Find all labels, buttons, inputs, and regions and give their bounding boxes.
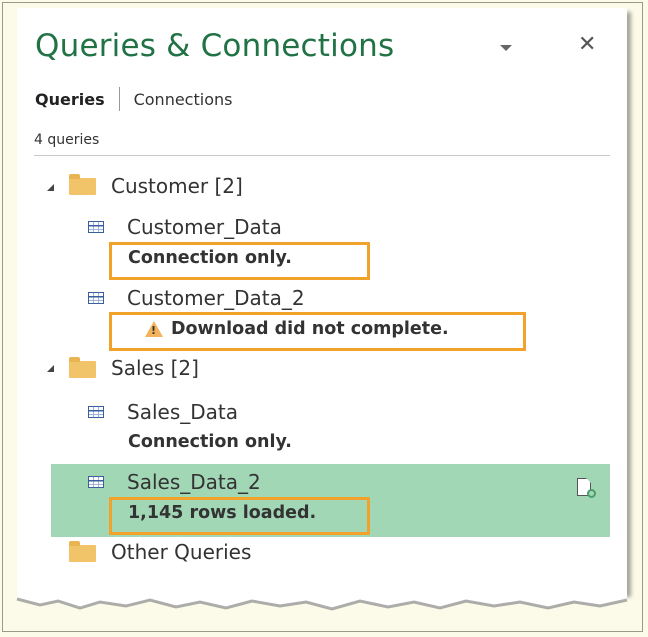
folder-icon [69,174,96,195]
tab-queries[interactable]: Queries [35,90,105,109]
query-name: Customer_Data_2 [127,286,305,310]
pane-tabs: Queries Connections [35,87,233,111]
refresh-indicator-icon [587,489,596,498]
table-icon [88,292,104,304]
folder-icon [69,541,96,562]
query-status: 1,145 rows loaded. [128,503,317,523]
folder-icon [69,357,96,378]
query-name: Sales_Data_2 [127,470,261,494]
group-label: Customer [2] [111,174,243,198]
group-label: Other Queries [111,540,252,564]
table-icon [88,406,104,418]
query-count: 4 queries [34,132,100,148]
query-status: Connection only. [128,432,292,452]
expand-caret-icon[interactable] [47,184,54,191]
close-icon[interactable]: ✕ [578,34,596,56]
tab-connections[interactable]: Connections [134,90,233,109]
query-status: Download did not complete. [171,319,449,339]
expand-caret-icon[interactable] [47,365,54,372]
group-label: Sales [2] [111,356,199,380]
queries-connections-pane: Queries & Connections ✕ Queries Connecti… [17,8,627,593]
table-icon [88,476,104,488]
pane-title: Queries & Connections [35,28,395,64]
warning-mark: ! [151,324,157,337]
tab-divider [118,87,120,111]
divider [34,155,610,156]
query-name: Sales_Data [127,400,238,424]
table-icon [88,221,104,233]
query-name: Customer_Data [127,215,282,239]
chevron-down-icon[interactable] [500,45,512,51]
query-status: Connection only. [128,248,292,268]
torn-edge [16,575,628,611]
